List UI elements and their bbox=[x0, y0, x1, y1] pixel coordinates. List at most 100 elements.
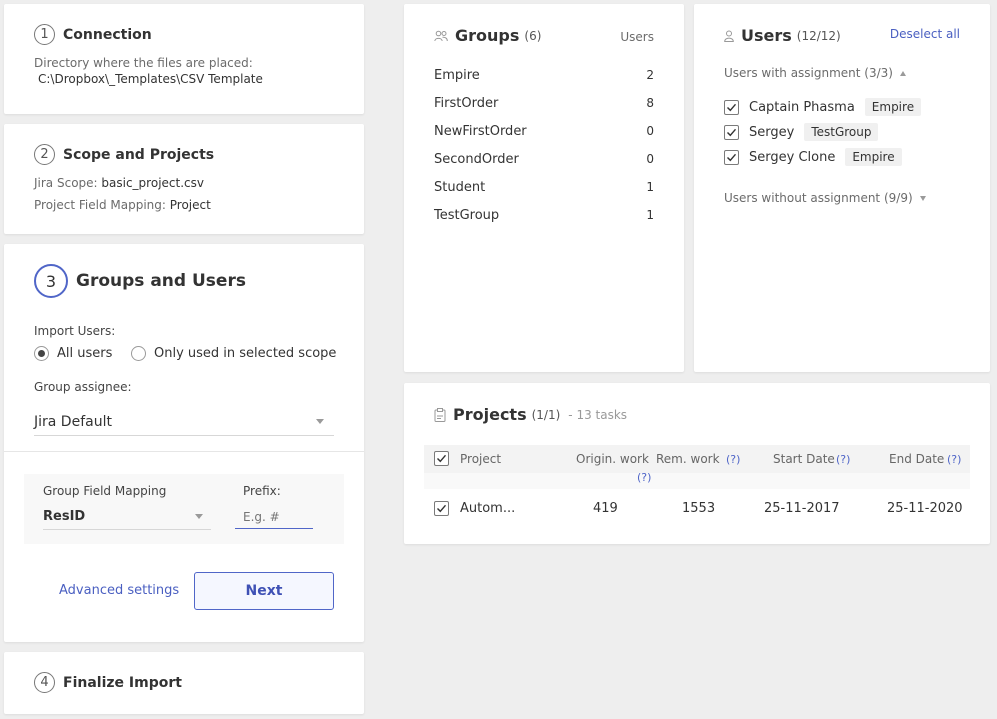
group-row[interactable]: NewFirstOrder 0 bbox=[434, 124, 654, 139]
column-header-start-date[interactable]: Start Date bbox=[773, 452, 835, 466]
user-row[interactable]: Sergey TestGroup bbox=[724, 123, 879, 141]
users-header: Users (12/12) bbox=[724, 26, 841, 45]
users-title: Users bbox=[741, 26, 792, 45]
project-mapping-value: Project bbox=[169, 198, 211, 212]
check-icon bbox=[727, 153, 737, 161]
column-header-end-date[interactable]: End Date bbox=[889, 452, 944, 466]
user-checkbox[interactable] bbox=[724, 124, 739, 140]
radio-scope-users-label: Only used in selected scope bbox=[154, 346, 337, 361]
user-row[interactable]: Captain Phasma Empire bbox=[724, 98, 922, 116]
chevron-up-icon bbox=[899, 70, 906, 76]
check-icon bbox=[437, 504, 447, 513]
group-user-count: 1 bbox=[646, 208, 654, 222]
group-name: SecondOrder bbox=[434, 152, 519, 167]
projects-count: (1/1) bbox=[531, 407, 561, 422]
group-row[interactable]: FirstOrder 8 bbox=[434, 96, 654, 111]
radio-all-users-control[interactable] bbox=[34, 346, 49, 361]
group-user-count: 1 bbox=[646, 180, 654, 194]
prefix-label: Prefix: bbox=[243, 484, 281, 498]
radio-scope-users-control[interactable] bbox=[131, 346, 146, 361]
group-row[interactable]: TestGroup 1 bbox=[434, 208, 654, 223]
scope-label: Jira Scope: bbox=[34, 176, 98, 190]
radio-scope-users[interactable]: Only used in selected scope bbox=[131, 346, 336, 361]
group-assignee-select[interactable]: Jira Default bbox=[34, 408, 334, 436]
project-row-checkbox[interactable] bbox=[434, 501, 449, 516]
clipboard-icon bbox=[434, 407, 446, 422]
step-number-badge: 2 bbox=[34, 144, 55, 165]
step-connection-card[interactable]: 1 Connection Directory where the files a… bbox=[4, 4, 364, 114]
chevron-down-icon bbox=[316, 419, 324, 424]
users-without-assignment-toggle[interactable]: Users without assignment (9/9) bbox=[724, 191, 926, 205]
step-scope-card[interactable]: 2 Scope and Projects Jira Scope: basic_p… bbox=[4, 124, 364, 234]
group-name: Student bbox=[434, 180, 486, 195]
check-icon bbox=[727, 103, 737, 111]
rem-work-cell: 1553 bbox=[682, 501, 716, 516]
users-panel: Users (12/12) Deselect all Users with as… bbox=[694, 4, 990, 372]
chevron-down-icon bbox=[195, 514, 203, 519]
groups-panel: Groups (6) Users Empire 2 FirstOrder 8 NewFi… bbox=[404, 4, 684, 372]
step-title: Finalize Import bbox=[63, 674, 182, 691]
projects-task-count: - 13 tasks bbox=[568, 407, 628, 422]
step-title: Groups and Users bbox=[76, 271, 246, 291]
users-with-assignment-toggle[interactable]: Users with assignment (3/3) bbox=[724, 66, 906, 80]
group-row[interactable]: Empire 2 bbox=[434, 68, 654, 83]
check-icon bbox=[437, 454, 447, 463]
group-name: Empire bbox=[434, 68, 480, 83]
origin-work-help-icon[interactable]: (?) bbox=[637, 471, 651, 484]
user-name: Sergey bbox=[749, 124, 795, 140]
deselect-all-link[interactable]: Deselect all bbox=[890, 27, 960, 41]
group-row[interactable]: Student 1 bbox=[434, 180, 654, 195]
column-header-project[interactable]: Project bbox=[460, 452, 501, 466]
group-mapping-label: Group Field Mapping bbox=[43, 484, 167, 498]
group-assignee-label: Group assignee: bbox=[34, 380, 132, 394]
column-header-rem-work[interactable]: Rem. work bbox=[656, 452, 720, 466]
project-mapping-label: Project Field Mapping: bbox=[34, 198, 166, 212]
check-icon bbox=[727, 128, 737, 136]
directory-label: Directory where the files are placed: bbox=[34, 56, 253, 70]
step-title: Connection bbox=[63, 26, 152, 43]
prefix-input[interactable] bbox=[235, 505, 313, 529]
group-mapping-select[interactable]: ResID bbox=[43, 504, 211, 530]
scope-info: Jira Scope: basic_project.csv bbox=[34, 176, 204, 190]
users-column-header: Users bbox=[620, 30, 654, 44]
project-mapping-info: Project Field Mapping: Project bbox=[34, 198, 211, 212]
group-user-count: 2 bbox=[646, 68, 654, 82]
group-row[interactable]: SecondOrder 0 bbox=[434, 152, 654, 167]
column-header-origin-work[interactable]: Origin. work bbox=[576, 452, 649, 466]
step-number-badge: 4 bbox=[34, 672, 55, 693]
advanced-settings-link[interactable]: Advanced settings bbox=[59, 583, 179, 598]
step-number-badge: 1 bbox=[34, 24, 55, 45]
next-button[interactable]: Next bbox=[194, 572, 334, 610]
group-name: FirstOrder bbox=[434, 96, 499, 111]
user-checkbox[interactable] bbox=[724, 149, 739, 165]
groups-icon bbox=[434, 30, 448, 41]
user-checkbox[interactable] bbox=[724, 99, 739, 115]
step-number-badge: 3 bbox=[34, 264, 68, 298]
start-date-cell: 25-11-2017 bbox=[764, 501, 840, 516]
select-all-projects-checkbox[interactable] bbox=[434, 451, 449, 466]
user-group-tag: TestGroup bbox=[804, 123, 879, 141]
users-with-assignment-label: Users with assignment (3/3) bbox=[724, 66, 893, 80]
radio-all-users[interactable]: All users bbox=[34, 346, 112, 361]
project-name-cell: Autom... bbox=[460, 501, 516, 516]
directory-value: C:\Dropbox\_Templates\CSV Template bbox=[38, 72, 263, 86]
projects-header: Projects (1/1) - 13 tasks bbox=[434, 405, 627, 424]
user-row[interactable]: Sergey Clone Empire bbox=[724, 148, 902, 166]
users-without-assignment-label: Users without assignment (9/9) bbox=[724, 191, 913, 205]
end-date-help-icon[interactable]: (?) bbox=[947, 453, 961, 466]
user-icon bbox=[724, 30, 734, 42]
group-mapping-value: ResID bbox=[43, 509, 86, 524]
groups-header: Groups (6) bbox=[434, 26, 541, 45]
start-date-help-icon[interactable]: (?) bbox=[836, 453, 850, 466]
step-finalize-card[interactable]: 4 Finalize Import bbox=[4, 652, 364, 714]
chevron-down-icon bbox=[919, 195, 926, 201]
step-groups-users-card: 3 Groups and Users Import Users: All use… bbox=[4, 244, 364, 642]
group-assignee-value: Jira Default bbox=[34, 413, 112, 430]
projects-title: Projects bbox=[453, 405, 527, 424]
rem-work-help-icon[interactable]: (?) bbox=[726, 453, 740, 466]
projects-panel: Projects (1/1) - 13 tasks Project Origin… bbox=[404, 383, 990, 544]
import-users-label: Import Users: bbox=[34, 324, 116, 338]
group-mapping-panel: Group Field Mapping ResID Prefix: bbox=[24, 474, 344, 544]
groups-count: (6) bbox=[524, 28, 542, 43]
radio-all-users-label: All users bbox=[57, 346, 113, 361]
